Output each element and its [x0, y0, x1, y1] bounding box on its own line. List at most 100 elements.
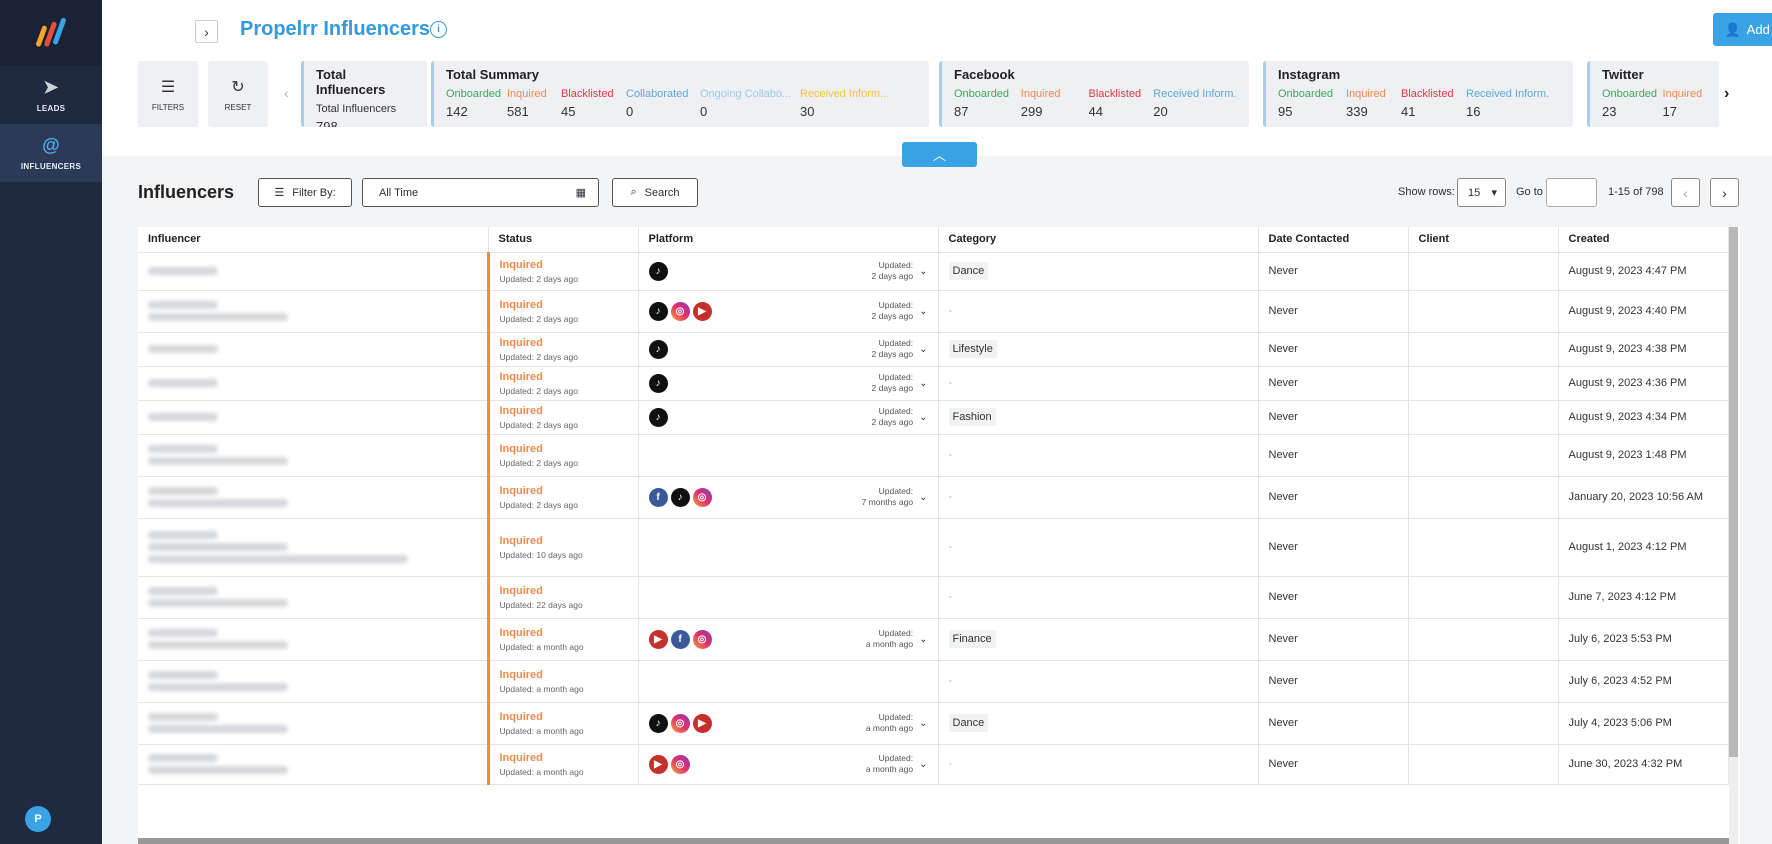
table-row[interactable]: Inquired Updated: a month ago ♪ ◎ ▶ Updated: a… — [138, 702, 1729, 745]
influencer-cell[interactable] — [138, 434, 489, 477]
table-row[interactable]: Inquired Updated: a month ago - Never July 6… — [138, 660, 1729, 703]
instagram-icon[interactable]: ◎ — [670, 301, 690, 321]
table-row[interactable]: Inquired Updated: 22 days ago - Never June 7… — [138, 576, 1729, 619]
platform-cell[interactable] — [638, 434, 939, 477]
tiktok-icon[interactable]: ♪ — [648, 301, 668, 321]
status-cell[interactable]: Inquired Updated: a month ago — [486, 618, 639, 661]
category-cell[interactable]: Dance — [938, 252, 1259, 291]
horizontal-scrollbar[interactable] — [138, 838, 1729, 844]
column-header[interactable]: Category — [938, 227, 1259, 253]
category-cell[interactable]: Dance — [938, 702, 1259, 745]
category-cell[interactable]: - — [938, 476, 1259, 519]
status-cell[interactable]: Inquired Updated: 2 days ago — [486, 332, 639, 367]
status-cell[interactable]: Inquired Updated: a month ago — [486, 702, 639, 745]
platform-cell[interactable]: ▶ f ◎ Updated: a month ago ⌄ — [638, 618, 939, 661]
platform-cell[interactable]: ♪ Updated: 2 days ago ⌄ — [638, 332, 939, 367]
rows-per-page-select[interactable]: 15 ▾ — [1457, 178, 1506, 207]
platform-cell[interactable]: ♪ ◎ ▶ Updated: 2 days ago ⌄ — [638, 290, 939, 333]
column-header[interactable]: Date Contacted — [1258, 227, 1409, 253]
chevron-down-icon[interactable]: ⌄ — [919, 492, 927, 503]
collapse-summary-button[interactable]: ︿ — [902, 142, 977, 167]
instagram-icon[interactable]: ◎ — [692, 487, 712, 507]
status-cell[interactable]: Inquired Updated: 2 days ago — [486, 400, 639, 435]
status-cell[interactable]: Inquired Updated: 2 days ago — [486, 366, 639, 401]
table-row[interactable]: Inquired Updated: 2 days ago ♪ Updated: 2 da… — [138, 332, 1729, 367]
status-cell[interactable]: Inquired Updated: a month ago — [486, 660, 639, 703]
instagram-icon[interactable]: ◎ — [670, 754, 690, 774]
chevron-down-icon[interactable]: ⌄ — [919, 759, 927, 770]
date-range-input[interactable]: All Time ▦ — [362, 178, 599, 207]
column-header[interactable]: Influencer — [138, 227, 489, 253]
tiktok-icon[interactable]: ♪ — [670, 487, 690, 507]
tiktok-icon[interactable]: ♪ — [648, 373, 668, 393]
chevron-down-icon[interactable]: ⌄ — [919, 718, 927, 729]
platform-cell[interactable]: ▶ ◎ Updated: a month ago ⌄ — [638, 744, 939, 785]
influencer-cell[interactable] — [138, 618, 489, 661]
influencer-cell[interactable] — [138, 744, 489, 785]
column-header[interactable]: Status — [488, 227, 639, 253]
status-cell[interactable]: Inquired Updated: 2 days ago — [486, 476, 639, 519]
tiktok-icon[interactable]: ♪ — [648, 713, 668, 733]
chevron-down-icon[interactable]: ⌄ — [919, 634, 927, 645]
cards-scroll-left-icon[interactable]: ‹ — [284, 85, 289, 101]
category-cell[interactable]: - — [938, 744, 1259, 785]
influencer-cell[interactable] — [138, 702, 489, 745]
instagram-icon[interactable]: ◎ — [692, 629, 712, 649]
category-cell[interactable]: - — [938, 366, 1259, 401]
sidebar-toggle-button[interactable]: › — [195, 20, 218, 43]
influencer-cell[interactable] — [138, 332, 489, 367]
category-cell[interactable]: - — [938, 290, 1259, 333]
chevron-down-icon[interactable]: ⌄ — [919, 266, 927, 277]
cards-scroll-right-icon[interactable]: › — [1724, 85, 1729, 103]
table-row[interactable]: Inquired Updated: 2 days ago ♪ Updated: 2 da… — [138, 252, 1729, 291]
platform-cell[interactable] — [638, 576, 939, 619]
category-cell[interactable]: Lifestyle — [938, 332, 1259, 367]
chevron-down-icon[interactable]: ⌄ — [919, 412, 927, 423]
category-cell[interactable]: - — [938, 518, 1259, 577]
platform-cell[interactable]: ♪ ◎ ▶ Updated: a month ago ⌄ — [638, 702, 939, 745]
influencer-cell[interactable] — [138, 400, 489, 435]
column-header[interactable]: Created — [1558, 227, 1729, 253]
avatar[interactable]: P — [25, 806, 51, 832]
next-page-button[interactable]: › — [1710, 178, 1739, 207]
table-row[interactable]: Inquired Updated: a month ago ▶ ◎ Updated: a … — [138, 744, 1729, 785]
info-icon[interactable]: i — [430, 21, 447, 38]
youtube-icon[interactable]: ▶ — [648, 629, 668, 649]
influencer-cell[interactable] — [138, 290, 489, 333]
tiktok-icon[interactable]: ♪ — [648, 407, 668, 427]
chevron-down-icon[interactable]: ⌄ — [919, 378, 927, 389]
category-cell[interactable]: - — [938, 576, 1259, 619]
status-cell[interactable]: Inquired Updated: 10 days ago — [486, 518, 639, 577]
facebook-icon[interactable]: f — [670, 629, 690, 649]
status-cell[interactable]: Inquired Updated: 22 days ago — [486, 576, 639, 619]
filter-by-button[interactable]: ☰ Filter By: — [258, 178, 352, 207]
instagram-icon[interactable]: ◎ — [670, 713, 690, 733]
table-row[interactable]: Inquired Updated: 2 days ago f ♪ ◎ Updated: 7 … — [138, 476, 1729, 519]
vertical-scrollbar[interactable] — [1729, 227, 1738, 844]
platform-cell[interactable] — [638, 518, 939, 577]
search-button[interactable]: ⌕ Search — [612, 178, 698, 207]
chevron-down-icon[interactable]: ⌄ — [919, 306, 927, 317]
platform-cell[interactable]: f ♪ ◎ Updated: 7 months ago ⌄ — [638, 476, 939, 519]
sidebar-item-influencers[interactable]: @ INFLUENCERS — [0, 124, 102, 182]
influencer-cell[interactable] — [138, 476, 489, 519]
category-cell[interactable]: - — [938, 660, 1259, 703]
table-row[interactable]: Inquired Updated: 2 days ago - Never August … — [138, 434, 1729, 477]
youtube-icon[interactable]: ▶ — [692, 301, 712, 321]
youtube-icon[interactable]: ▶ — [692, 713, 712, 733]
influencer-cell[interactable] — [138, 518, 489, 577]
add-influencer-button[interactable]: 👤 Add Influencer — [1713, 13, 1772, 46]
table-row[interactable]: Inquired Updated: 2 days ago ♪ ◎ ▶ Updated: 2 … — [138, 290, 1729, 333]
youtube-icon[interactable]: ▶ — [648, 754, 668, 774]
table-row[interactable]: Inquired Updated: 2 days ago ♪ Updated: 2 da… — [138, 366, 1729, 401]
chevron-down-icon[interactable]: ⌄ — [919, 344, 927, 355]
filters-button[interactable]: ☰ FILTERS — [138, 61, 198, 127]
platform-cell[interactable]: ♪ Updated: 2 days ago ⌄ — [638, 400, 939, 435]
platform-cell[interactable] — [638, 660, 939, 703]
influencer-cell[interactable] — [138, 252, 489, 291]
category-cell[interactable]: Fashion — [938, 400, 1259, 435]
table-row[interactable]: Inquired Updated: 10 days ago - Never August… — [138, 518, 1729, 577]
category-cell[interactable]: - — [938, 434, 1259, 477]
sidebar-item-leads[interactable]: ➤ LEADS — [0, 66, 102, 124]
influencer-cell[interactable] — [138, 576, 489, 619]
